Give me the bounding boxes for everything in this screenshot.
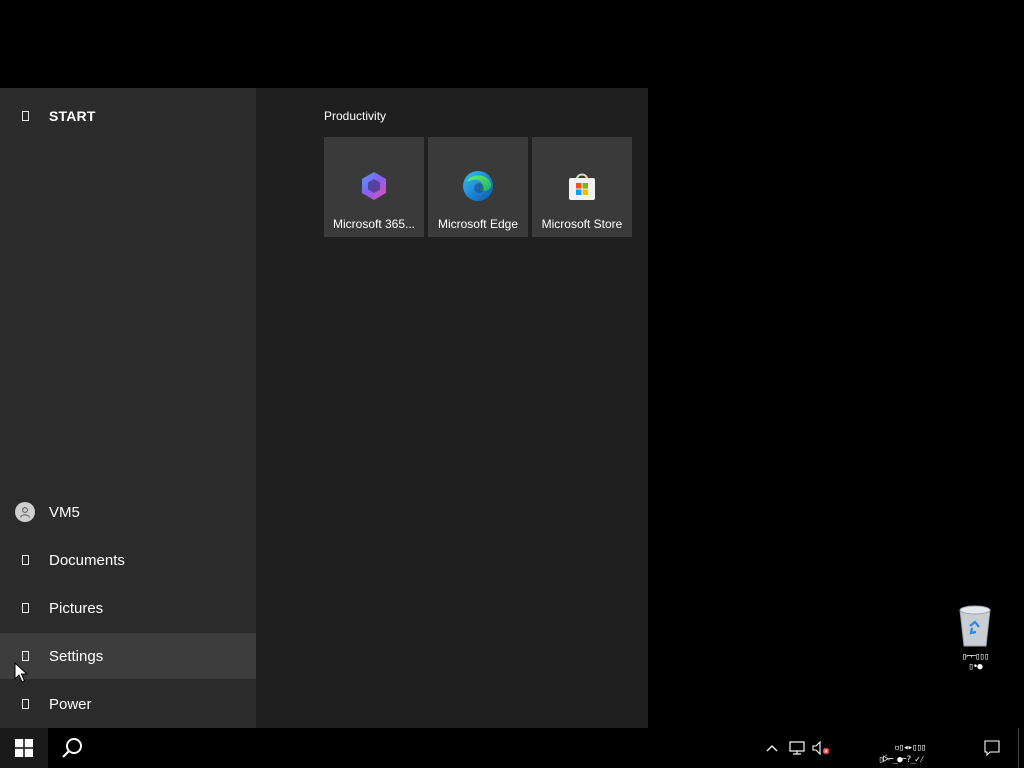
- tile-microsoft-365[interactable]: Microsoft 365...: [324, 137, 424, 237]
- nav-item-label: Settings: [49, 647, 104, 665]
- start-button[interactable]: [0, 728, 48, 768]
- tile-label: Microsoft Store: [541, 217, 623, 231]
- pictures-icon: [0, 603, 49, 613]
- search-button[interactable]: [48, 728, 96, 768]
- recycle-bin-label: ▯⌐⌐▯▯▯ ▯•●: [944, 652, 1006, 672]
- start-left-pane: START VM5 Documents Pictures Settings Po…: [0, 88, 256, 728]
- start-menu-icon: [0, 111, 49, 121]
- nav-item-settings[interactable]: Settings: [0, 633, 256, 679]
- tile-microsoft-store[interactable]: Microsoft Store: [532, 137, 632, 237]
- tile-microsoft-edge[interactable]: Microsoft Edge: [428, 137, 528, 237]
- user-name: VM5: [49, 503, 80, 521]
- taskbar: ▫▯◂▸▯▯▯ ▯ᢰ⌐_●⌐?_✓⁄ ▫▯▯▯▸▯▯_▫▸: [0, 728, 1024, 768]
- volume-muted-icon: [812, 741, 830, 755]
- edge-icon: [463, 171, 493, 201]
- store-icon: [569, 173, 595, 200]
- nav-item-power[interactable]: Power: [0, 681, 256, 727]
- power-icon: [0, 699, 49, 709]
- documents-icon: [0, 555, 49, 565]
- nav-item-label: Pictures: [49, 599, 104, 617]
- clock-text: ▫▯◂▸▯▯▯ ▯ᢰ⌐_●⌐?_✓⁄ ▫▯▯▯▸▯▯_▫▸: [878, 743, 926, 768]
- recycle-bin[interactable]: ▯⌐⌐▯▯▯ ▯•●: [944, 602, 1006, 678]
- network-button[interactable]: [786, 728, 808, 768]
- show-desktop-button[interactable]: [1018, 728, 1024, 768]
- volume-button[interactable]: [810, 728, 832, 768]
- microsoft-365-icon: [362, 172, 386, 200]
- tile-label: Microsoft 365...: [332, 217, 416, 231]
- settings-icon: [0, 651, 49, 661]
- action-center-button[interactable]: [978, 728, 1006, 768]
- search-icon: [62, 738, 82, 758]
- nav-item-pictures[interactable]: Pictures: [0, 585, 256, 631]
- start-menu: START VM5 Documents Pictures Settings Po…: [0, 88, 648, 728]
- recycle-bin-label-text: ▯⌐⌐▯▯▯ ▯•●: [961, 652, 989, 672]
- network-icon: [789, 741, 805, 755]
- chevron-up-icon: [766, 745, 778, 752]
- taskbar-clock[interactable]: ▫▯◂▸▯▯▯ ▯ᢰ⌐_●⌐?_✓⁄ ▫▯▯▯▸▯▯_▫▸: [842, 730, 960, 768]
- tile-group-title: Productivity: [324, 109, 387, 123]
- windows-logo-icon: [15, 739, 33, 757]
- nav-item-label: Power: [49, 695, 92, 713]
- nav-item-label: Documents: [49, 551, 125, 569]
- recycle-bin-icon: [959, 605, 991, 647]
- nav-item-documents[interactable]: Documents: [0, 537, 256, 583]
- start-header[interactable]: START: [0, 93, 256, 139]
- user-avatar-icon: [15, 502, 35, 522]
- notification-icon: [984, 740, 1000, 756]
- tile-label: Microsoft Edge: [437, 217, 519, 231]
- user-account-item[interactable]: VM5: [0, 489, 256, 535]
- start-header-label: START: [49, 108, 96, 124]
- show-hidden-icons-button[interactable]: [762, 728, 782, 768]
